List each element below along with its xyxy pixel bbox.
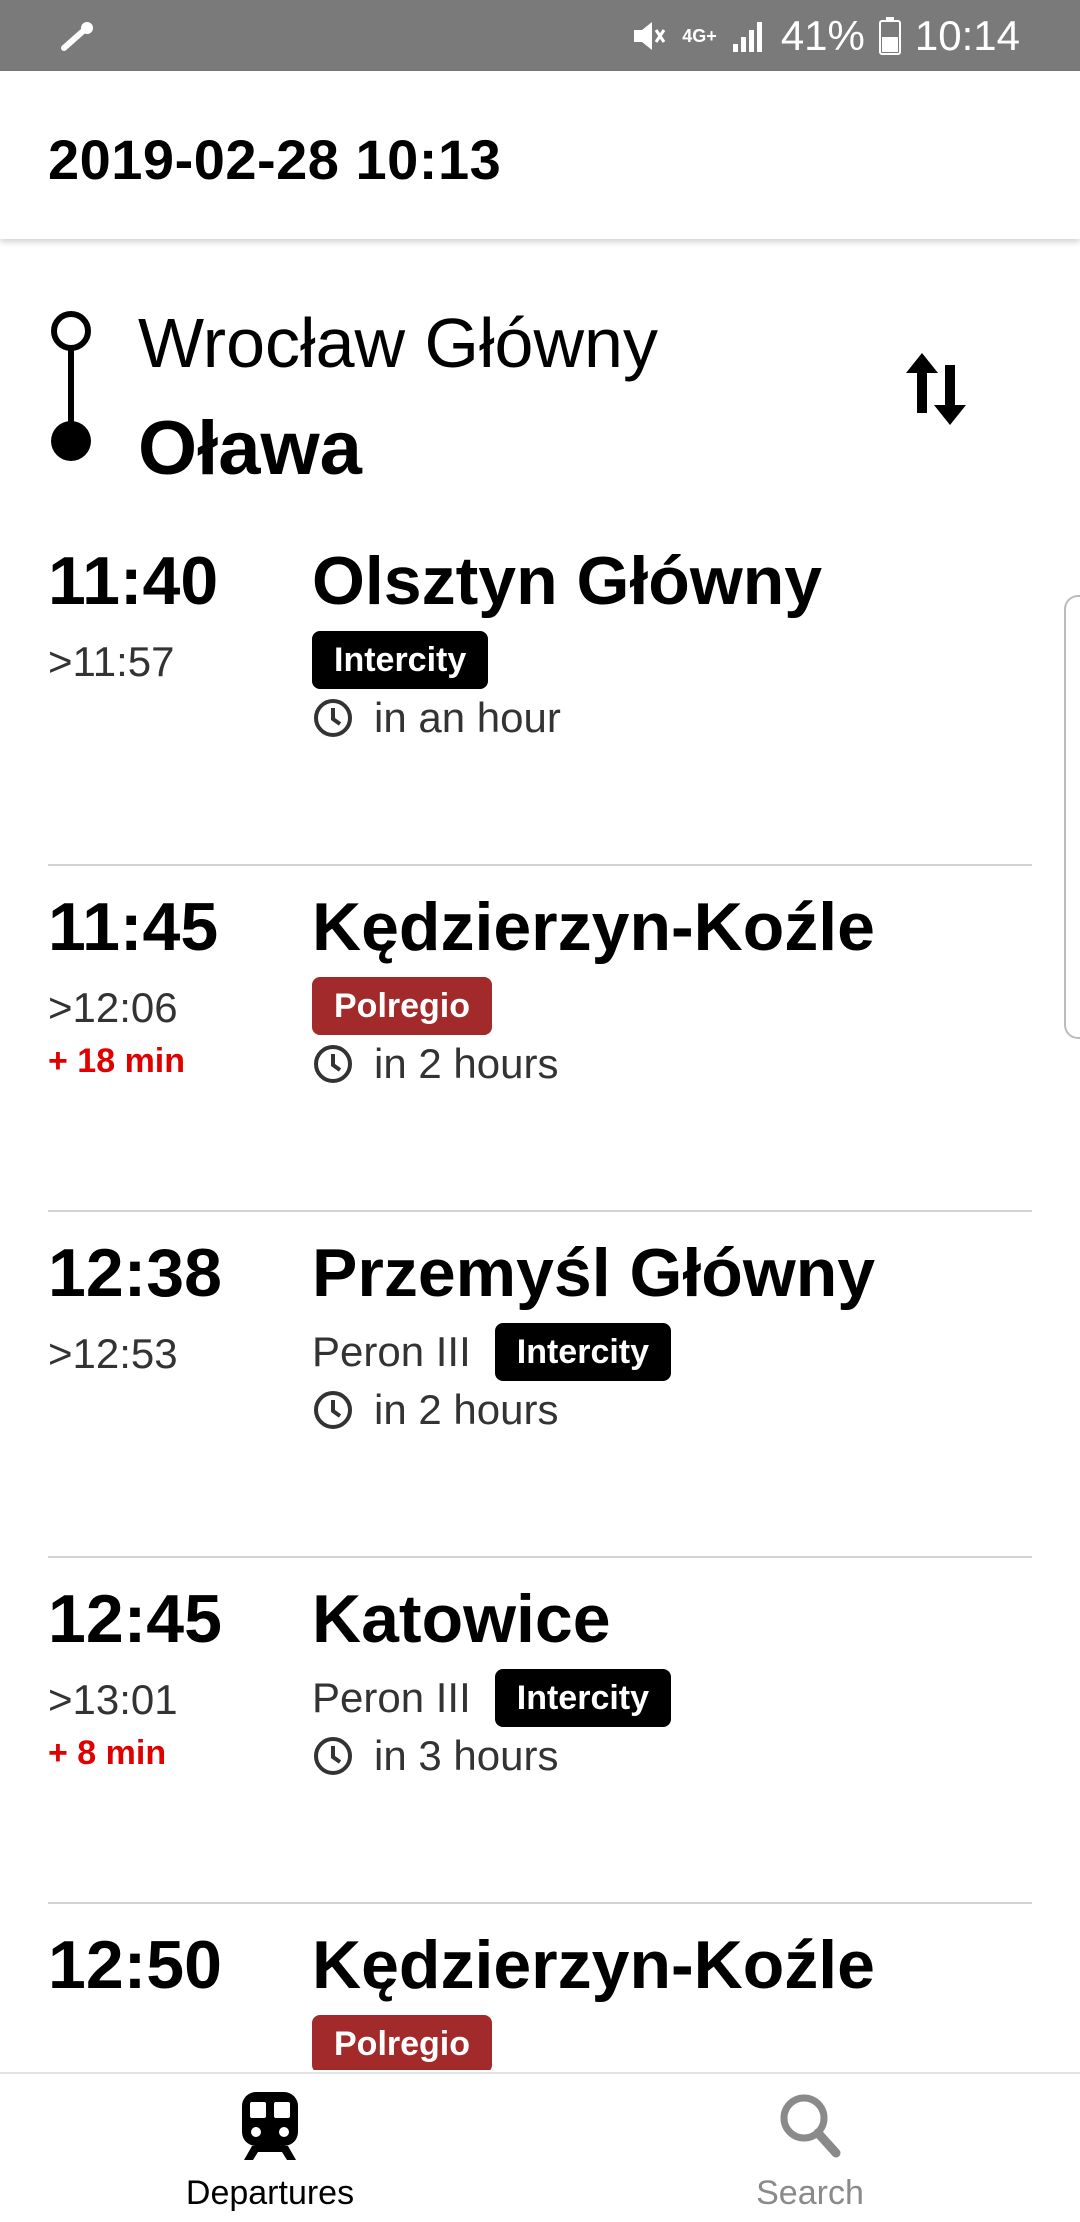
- delay-label: + 18 min: [48, 1042, 186, 1080]
- departures-list: 11:40 >11:57 Olsztyn Główny Intercity in…: [0, 520, 1080, 2070]
- train-destination: Przemyśl Główny: [312, 1235, 876, 1311]
- battery-percent: 41%: [780, 12, 865, 59]
- status-time: 10:14: [914, 12, 1020, 59]
- app-header: 2019-02-28 10:13: [0, 71, 1080, 239]
- platform-label: Peron III: [312, 1674, 471, 1721]
- nav-search-label: Search: [756, 2174, 864, 2212]
- carrier-badge: Polregio: [312, 2015, 493, 2070]
- departure-time: 12:45: [48, 1581, 222, 1657]
- train-info: Intercity: [312, 630, 489, 690]
- delay-label: + 8 min: [48, 1734, 167, 1772]
- departure-row[interactable]: 11:45 >12:06 + 18 min Kędzierzyn-Koźle P…: [0, 866, 1080, 1212]
- clock-icon: [314, 1391, 352, 1429]
- eta: in 2 hours: [312, 1040, 558, 1088]
- mute-icon: [634, 22, 666, 50]
- eta-text: in 2 hours: [374, 1040, 559, 1087]
- nav-search[interactable]: Search: [660, 2084, 960, 2222]
- clock-icon: [314, 1737, 352, 1775]
- swap-stations-icon[interactable]: [900, 347, 972, 431]
- departure-time: 12:38: [48, 1235, 222, 1311]
- origin-station[interactable]: Wrocław Główny: [138, 303, 658, 383]
- signal-icon: [732, 22, 762, 52]
- eta-text: in 3 hours: [374, 1732, 559, 1779]
- destination-station[interactable]: Oława: [138, 405, 362, 492]
- network-type: 4G+: [682, 26, 717, 46]
- carrier-badge: Intercity: [312, 631, 489, 689]
- arrival-time: >12:53: [48, 1330, 178, 1377]
- wrench-icon: [61, 22, 93, 51]
- status-icons: 4G+ 41% 10:14: [628, 10, 1020, 62]
- train-info: Polregio: [312, 976, 493, 1036]
- clock-icon: [314, 1045, 352, 1083]
- eta: in 2 hours: [312, 1386, 558, 1434]
- nav-departures[interactable]: Departures: [120, 2084, 420, 2222]
- train-destination: Katowice: [312, 1581, 611, 1657]
- arrival-time: >11:57: [48, 638, 175, 685]
- departure-time: 12:50: [48, 1927, 222, 2003]
- route-section: Wrocław Główny Oława: [0, 239, 1080, 492]
- search-icon: [780, 2094, 841, 2158]
- departure-row[interactable]: 12:50 Kędzierzyn-Koźle Polregio: [0, 1904, 1080, 2070]
- train-icon: [242, 2092, 298, 2160]
- arrival-time: >13:01: [48, 1676, 178, 1723]
- platform-label: Peron III: [312, 1328, 471, 1375]
- train-destination: Kędzierzyn-Koźle: [312, 889, 875, 965]
- route-line-icon: [51, 311, 91, 461]
- departure-time: 11:45: [48, 889, 219, 965]
- carrier-badge: Intercity: [494, 1669, 672, 1727]
- status-bar: 4G+ 41% 10:14: [0, 0, 1080, 71]
- arrival-time: >12:06: [48, 984, 178, 1031]
- battery-icon: [878, 17, 901, 55]
- departure-row[interactable]: 12:45 >13:01 + 8 min Katowice Peron III …: [0, 1558, 1080, 1904]
- nav-departures-label: Departures: [185, 2174, 355, 2212]
- eta-text: in an hour: [374, 694, 561, 741]
- departure-row[interactable]: 11:40 >11:57 Olsztyn Główny Intercity in…: [0, 520, 1080, 866]
- eta: in an hour: [312, 694, 561, 742]
- train-destination: Kędzierzyn-Koźle: [312, 1927, 875, 2003]
- eta-text: in 2 hours: [374, 1386, 559, 1433]
- departure-time: 11:40: [48, 543, 219, 619]
- date-time-selector[interactable]: 2019-02-28 10:13: [48, 127, 501, 192]
- train-info: Polregio: [312, 2014, 493, 2070]
- train-info: Peron III Intercity: [312, 1322, 672, 1382]
- carrier-badge: Polregio: [312, 977, 493, 1035]
- bottom-navigation: Departures Search: [0, 2072, 1080, 2222]
- train-destination: Olsztyn Główny: [312, 543, 823, 619]
- eta: in 3 hours: [312, 1732, 558, 1780]
- train-info: Peron III Intercity: [312, 1668, 672, 1728]
- clock-icon: [314, 699, 352, 737]
- departure-row[interactable]: 12:38 >12:53 Przemyśl Główny Peron III I…: [0, 1212, 1080, 1558]
- carrier-badge: Intercity: [494, 1323, 672, 1381]
